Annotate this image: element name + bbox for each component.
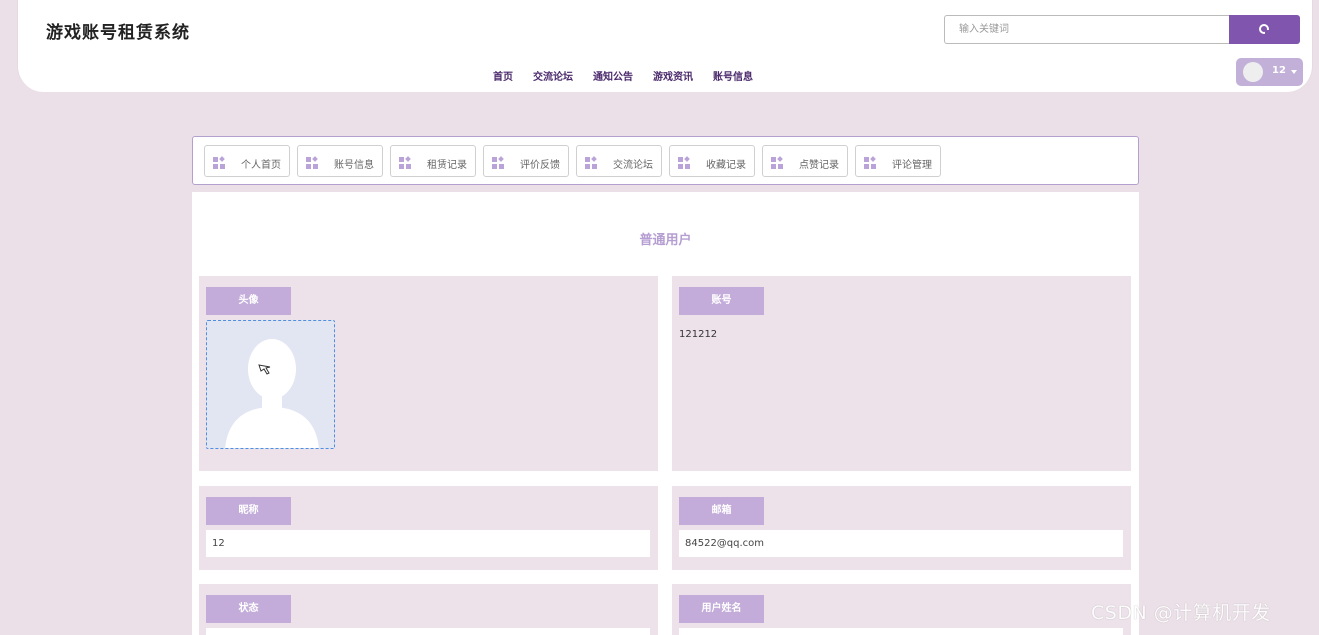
tab-likes[interactable]: 点赞记录 bbox=[762, 145, 848, 177]
grid-icon bbox=[399, 156, 412, 169]
csdn-watermark: CSDN @计算机开发 bbox=[1091, 602, 1271, 624]
tab-favorites[interactable]: 收藏记录 bbox=[669, 145, 755, 177]
tab-label: 收藏记录 bbox=[706, 160, 746, 171]
tab-label: 租赁记录 bbox=[427, 160, 467, 171]
realname-card: 用户姓名 bbox=[672, 584, 1131, 635]
status-card: 状态 bbox=[199, 584, 658, 635]
status-label: 状态 bbox=[206, 595, 291, 623]
account-card: 账号 121212 bbox=[672, 276, 1131, 471]
tab-forum[interactable]: 交流论坛 bbox=[576, 145, 662, 177]
tab-account-info[interactable]: 账号信息 bbox=[297, 145, 383, 177]
user-name: 12 bbox=[1272, 65, 1286, 76]
avatar-upload[interactable] bbox=[206, 320, 335, 449]
tab-rental-records[interactable]: 租赁记录 bbox=[390, 145, 476, 177]
tab-label: 点赞记录 bbox=[799, 160, 839, 171]
grid-icon bbox=[492, 156, 505, 169]
tab-label: 评论管理 bbox=[892, 160, 932, 171]
nickname-card: 昵称 12 bbox=[199, 486, 658, 570]
tab-comments[interactable]: 评论管理 bbox=[855, 145, 941, 177]
profile-panel: 普通用户 头像 账号 121212 昵称 12 邮箱 84522@qq.com … bbox=[192, 192, 1139, 635]
user-menu-button[interactable]: 12 bbox=[1236, 58, 1303, 86]
user-center-tabs: 个人首页 账号信息 租赁记录 评价反馈 交流论坛 收藏记录 点赞记录 评论管理 bbox=[192, 136, 1139, 185]
avatar-card: 头像 bbox=[199, 276, 658, 471]
top-header: 游戏账号租赁系统 首页 交流论坛 通知公告 游戏资讯 账号信息 12 bbox=[17, 0, 1313, 92]
grid-icon bbox=[306, 156, 319, 169]
realname-field[interactable] bbox=[679, 628, 1123, 635]
section-title: 普通用户 bbox=[639, 233, 692, 248]
account-value: 121212 bbox=[679, 329, 718, 340]
user-avatar-icon bbox=[1243, 62, 1263, 82]
tab-label: 账号信息 bbox=[334, 160, 374, 171]
search-button[interactable] bbox=[1229, 15, 1300, 44]
tab-personal-home[interactable]: 个人首页 bbox=[204, 145, 290, 177]
nav-notice[interactable]: 通知公告 bbox=[593, 68, 633, 83]
nav-forum[interactable]: 交流论坛 bbox=[533, 68, 573, 83]
user-avatar-icon bbox=[225, 339, 319, 448]
tab-reviews[interactable]: 评价反馈 bbox=[483, 145, 569, 177]
main-nav: 首页 交流论坛 通知公告 游戏资讯 账号信息 bbox=[493, 68, 753, 83]
search-icon bbox=[1259, 24, 1269, 34]
status-field[interactable] bbox=[206, 628, 650, 635]
grid-icon bbox=[678, 156, 691, 169]
site-title: 游戏账号租赁系统 bbox=[46, 23, 190, 43]
search-input[interactable] bbox=[944, 15, 1230, 44]
account-label: 账号 bbox=[679, 287, 764, 315]
tab-label: 个人首页 bbox=[241, 160, 281, 171]
grid-icon bbox=[771, 156, 784, 169]
caret-down-icon bbox=[1291, 70, 1297, 74]
nickname-label: 昵称 bbox=[206, 497, 291, 525]
avatar-label: 头像 bbox=[206, 287, 291, 315]
grid-icon bbox=[585, 156, 598, 169]
grid-icon bbox=[213, 156, 226, 169]
nav-account-info[interactable]: 账号信息 bbox=[713, 68, 753, 83]
email-label: 邮箱 bbox=[679, 497, 764, 525]
nickname-field[interactable]: 12 bbox=[206, 530, 650, 557]
grid-icon bbox=[864, 156, 877, 169]
nav-game-news[interactable]: 游戏资讯 bbox=[653, 68, 693, 83]
email-field[interactable]: 84522@qq.com bbox=[679, 530, 1123, 557]
email-card: 邮箱 84522@qq.com bbox=[672, 486, 1131, 570]
nav-home[interactable]: 首页 bbox=[493, 68, 513, 83]
tab-label: 评价反馈 bbox=[520, 160, 560, 171]
realname-label: 用户姓名 bbox=[679, 595, 764, 623]
tab-label: 交流论坛 bbox=[613, 160, 653, 171]
